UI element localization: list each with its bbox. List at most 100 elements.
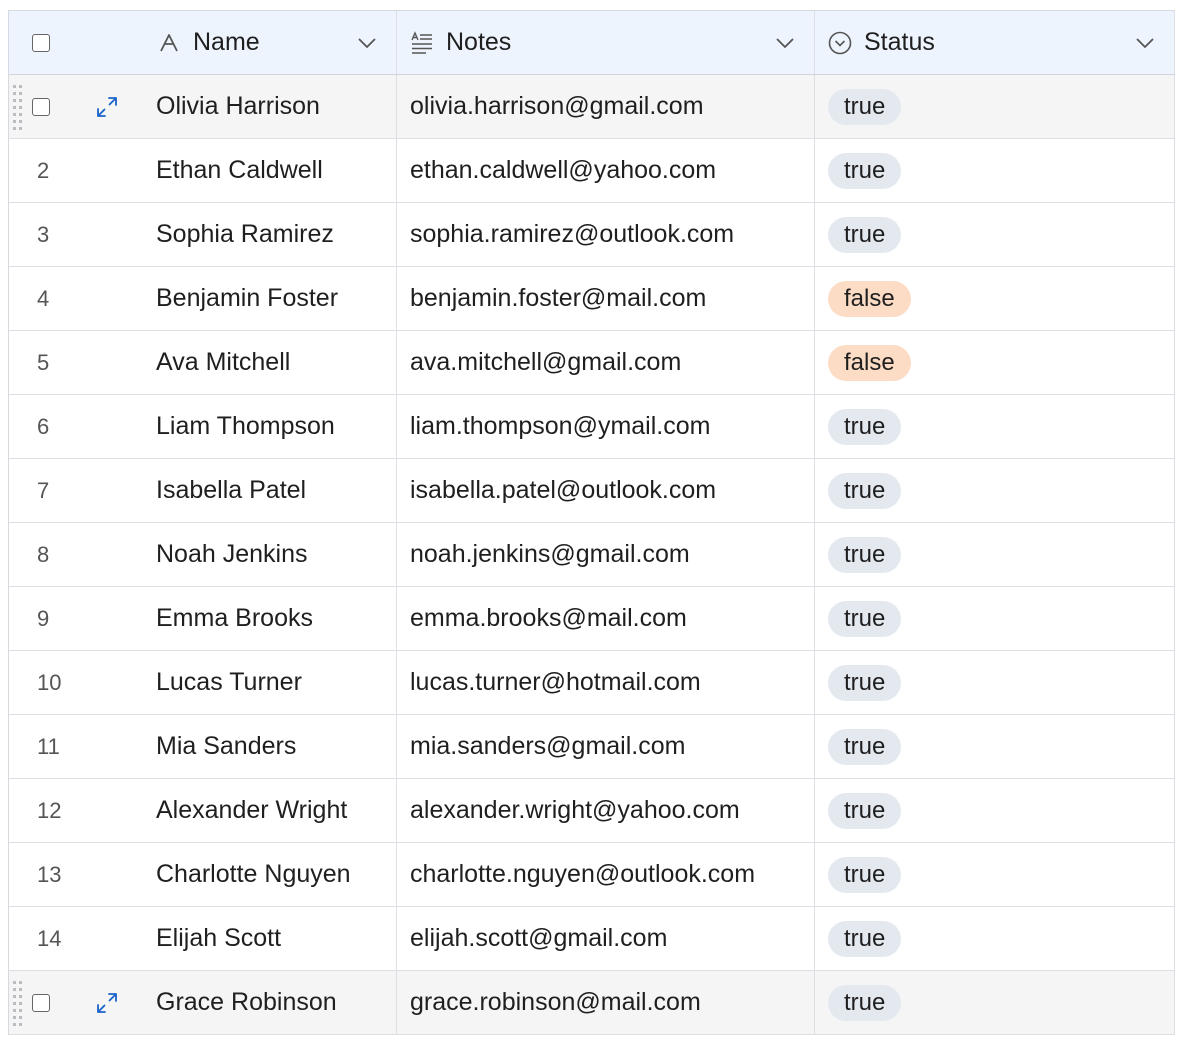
status-cell[interactable]: false — [815, 331, 1175, 394]
status-cell[interactable]: true — [815, 587, 1175, 650]
row-lead-cell: 2 — [9, 139, 143, 202]
table-row[interactable]: 5 Ava Mitchell ava.mitchell@gmail.com false — [9, 331, 1175, 395]
name-cell[interactable]: Elijah Scott — [143, 907, 397, 970]
expand-icon[interactable] — [95, 95, 119, 119]
status-badge: false — [828, 344, 911, 381]
notes-cell[interactable]: elijah.scott@gmail.com — [397, 907, 815, 970]
name-cell[interactable]: Isabella Patel — [143, 459, 397, 522]
notes-cell[interactable]: mia.sanders@gmail.com — [397, 715, 815, 778]
status-cell[interactable]: false — [815, 267, 1175, 330]
header-row: Name Notes Status — [9, 11, 1175, 75]
drag-handle-icon[interactable] — [12, 83, 24, 131]
name-text: Ethan Caldwell — [156, 156, 323, 184]
status-badge: true — [828, 408, 902, 445]
table-row[interactable]: Grace Robinson grace.robinson@mail.com tru… — [9, 971, 1175, 1035]
name-cell[interactable]: Ava Mitchell — [143, 331, 397, 394]
status-cell[interactable]: true — [815, 139, 1175, 202]
status-cell[interactable]: true — [815, 203, 1175, 266]
row-checkbox[interactable] — [32, 97, 50, 116]
status-cell[interactable]: true — [815, 779, 1175, 842]
notes-cell[interactable]: alexander.wright@yahoo.com — [397, 779, 815, 842]
table-row[interactable]: 4 Benjamin Foster benjamin.foster@mail.com… — [9, 267, 1175, 331]
status-cell[interactable]: true — [815, 651, 1175, 714]
name-cell[interactable]: Liam Thompson — [143, 395, 397, 458]
table-row[interactable]: 12 Alexander Wright alexander.wright@yahoo… — [9, 779, 1175, 843]
status-cell[interactable]: true — [815, 843, 1175, 906]
status-cell[interactable]: true — [815, 75, 1175, 138]
table-row[interactable]: 9 Emma Brooks emma.brooks@mail.com true — [9, 587, 1175, 651]
row-number: 8 — [37, 541, 50, 567]
name-cell[interactable]: Noah Jenkins — [143, 523, 397, 586]
status-badge: true — [828, 920, 902, 957]
chevron-down-icon[interactable] — [1134, 32, 1156, 54]
notes-text: charlotte.nguyen@outlook.com — [410, 860, 756, 888]
status-cell[interactable]: true — [815, 459, 1175, 522]
status-cell[interactable]: true — [815, 523, 1175, 586]
chevron-down-icon[interactable] — [774, 32, 796, 54]
status-cell[interactable]: true — [815, 907, 1175, 970]
table-row[interactable]: 10 Lucas Turner lucas.turner@hotmail.com tr… — [9, 651, 1175, 715]
chevron-down-icon[interactable] — [356, 32, 378, 54]
table-row[interactable]: 11 Mia Sanders mia.sanders@gmail.com true — [9, 715, 1175, 779]
status-badge: true — [828, 664, 902, 701]
table-row[interactable]: 2 Ethan Caldwell ethan.caldwell@yahoo.com t… — [9, 139, 1175, 203]
name-cell[interactable]: Olivia Harrison — [143, 75, 397, 138]
notes-cell[interactable]: grace.robinson@mail.com — [397, 971, 815, 1034]
status-cell[interactable]: true — [815, 395, 1175, 458]
notes-cell[interactable]: liam.thompson@ymail.com — [397, 395, 815, 458]
notes-cell[interactable]: ethan.caldwell@yahoo.com — [397, 139, 815, 202]
notes-cell[interactable]: charlotte.nguyen@outlook.com — [397, 843, 815, 906]
notes-cell[interactable]: isabella.patel@outlook.com — [397, 459, 815, 522]
select-all-checkbox[interactable] — [32, 33, 50, 52]
name-text: Ava Mitchell — [156, 348, 291, 376]
name-cell[interactable]: Alexander Wright — [143, 779, 397, 842]
data-grid: Name Notes Status Olivia Harrison olivia… — [8, 10, 1175, 1035]
table-row[interactable]: 7 Isabella Patel isabella.patel@outlook.co… — [9, 459, 1175, 523]
notes-cell[interactable]: noah.jenkins@gmail.com — [397, 523, 815, 586]
table-row[interactable]: 13 Charlotte Nguyen charlotte.nguyen@outlo… — [9, 843, 1175, 907]
row-checkbox[interactable] — [32, 993, 50, 1012]
row-lead-cell: 5 — [9, 331, 143, 394]
column-header-notes[interactable]: Notes — [397, 11, 815, 74]
row-number: 11 — [37, 733, 60, 759]
notes-cell[interactable]: ava.mitchell@gmail.com — [397, 331, 815, 394]
name-text: Benjamin Foster — [156, 284, 339, 312]
row-number: 14 — [37, 925, 62, 951]
notes-text: elijah.scott@gmail.com — [410, 924, 668, 952]
notes-text: alexander.wright@yahoo.com — [410, 796, 740, 824]
drag-handle-icon[interactable] — [12, 979, 24, 1027]
notes-text: liam.thompson@ymail.com — [410, 412, 711, 440]
notes-cell[interactable]: sophia.ramirez@outlook.com — [397, 203, 815, 266]
notes-text: noah.jenkins@gmail.com — [410, 540, 690, 568]
table-row[interactable]: 14 Elijah Scott elijah.scott@gmail.com true — [9, 907, 1175, 971]
notes-cell[interactable]: olivia.harrison@gmail.com — [397, 75, 815, 138]
status-circle-icon — [828, 31, 852, 54]
name-cell[interactable]: Lucas Turner — [143, 651, 397, 714]
table-row[interactable]: Olivia Harrison olivia.harrison@gmail.com… — [9, 75, 1175, 139]
table-row[interactable]: 3 Sophia Ramirez sophia.ramirez@outlook.co… — [9, 203, 1175, 267]
row-lead-cell: 13 — [9, 843, 143, 906]
column-header-name[interactable]: Name — [143, 11, 397, 74]
name-cell[interactable]: Emma Brooks — [143, 587, 397, 650]
name-cell[interactable]: Grace Robinson — [143, 971, 397, 1034]
table-row[interactable]: 6 Liam Thompson liam.thompson@ymail.com tru… — [9, 395, 1175, 459]
name-cell[interactable]: Sophia Ramirez — [143, 203, 397, 266]
name-cell[interactable]: Benjamin Foster — [143, 267, 397, 330]
expand-icon[interactable] — [95, 991, 119, 1015]
status-cell[interactable]: true — [815, 715, 1175, 778]
name-cell[interactable]: Charlotte Nguyen — [143, 843, 397, 906]
status-cell[interactable]: true — [815, 971, 1175, 1034]
name-text: Mia Sanders — [156, 732, 297, 760]
notes-cell[interactable]: lucas.turner@hotmail.com — [397, 651, 815, 714]
name-cell[interactable]: Ethan Caldwell — [143, 139, 397, 202]
notes-cell[interactable]: emma.brooks@mail.com — [397, 587, 815, 650]
table-row[interactable]: 8 Noah Jenkins noah.jenkins@gmail.com true — [9, 523, 1175, 587]
status-badge: true — [828, 600, 902, 637]
name-text: Sophia Ramirez — [156, 220, 334, 248]
notes-text: ava.mitchell@gmail.com — [410, 348, 682, 376]
column-header-label: Notes — [446, 28, 512, 56]
name-cell[interactable]: Mia Sanders — [143, 715, 397, 778]
row-lead-cell — [9, 971, 143, 1034]
notes-cell[interactable]: benjamin.foster@mail.com — [397, 267, 815, 330]
column-header-status[interactable]: Status — [815, 11, 1175, 74]
